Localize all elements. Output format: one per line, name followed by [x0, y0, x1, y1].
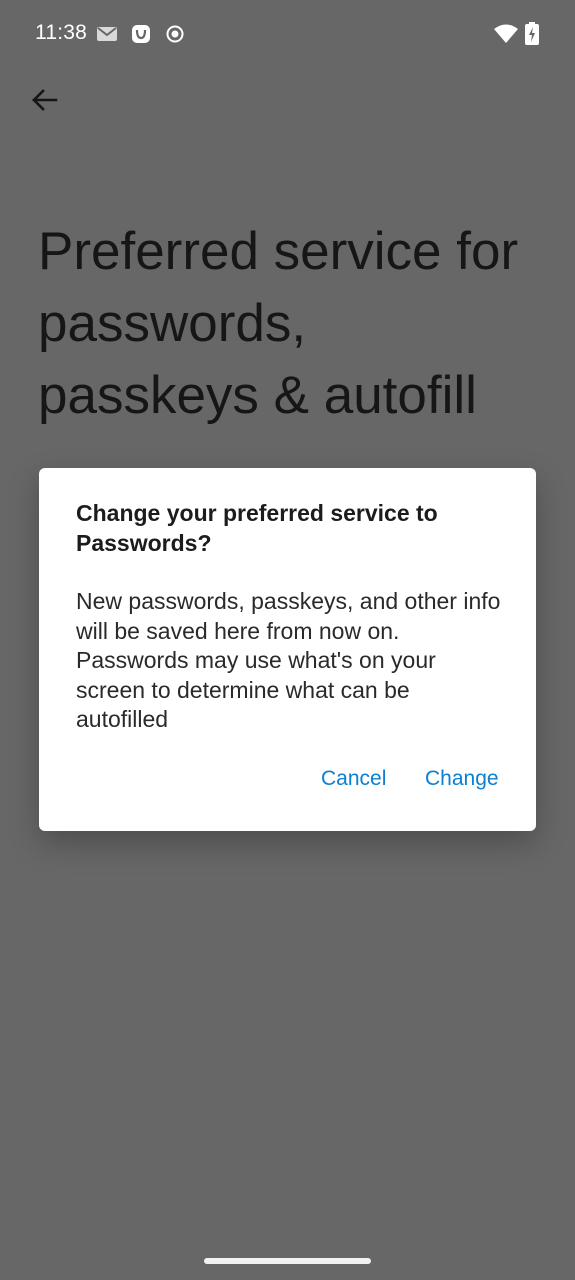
back-button[interactable]	[22, 80, 66, 124]
dialog-title: Change your preferred service to Passwor…	[76, 500, 438, 556]
record-icon	[164, 24, 186, 44]
status-time: 11:38	[35, 21, 87, 44]
confirm-dialog: Change your preferred service to Passwor…	[39, 468, 536, 831]
arrow-back-icon	[30, 86, 58, 119]
gesture-nav-handle[interactable]	[204, 1258, 371, 1264]
wifi-icon	[493, 24, 519, 44]
status-bar: 11:38	[0, 0, 575, 68]
app-notification-icon	[130, 24, 152, 44]
page-title: Preferred service for passwords, passkey…	[38, 222, 519, 425]
dialog-message: New passwords, passkeys, and other info …	[76, 588, 501, 732]
cancel-button[interactable]: Cancel	[315, 763, 392, 795]
change-button[interactable]: Change	[419, 763, 505, 795]
battery-charging-icon	[524, 22, 540, 46]
mail-icon	[96, 24, 118, 44]
